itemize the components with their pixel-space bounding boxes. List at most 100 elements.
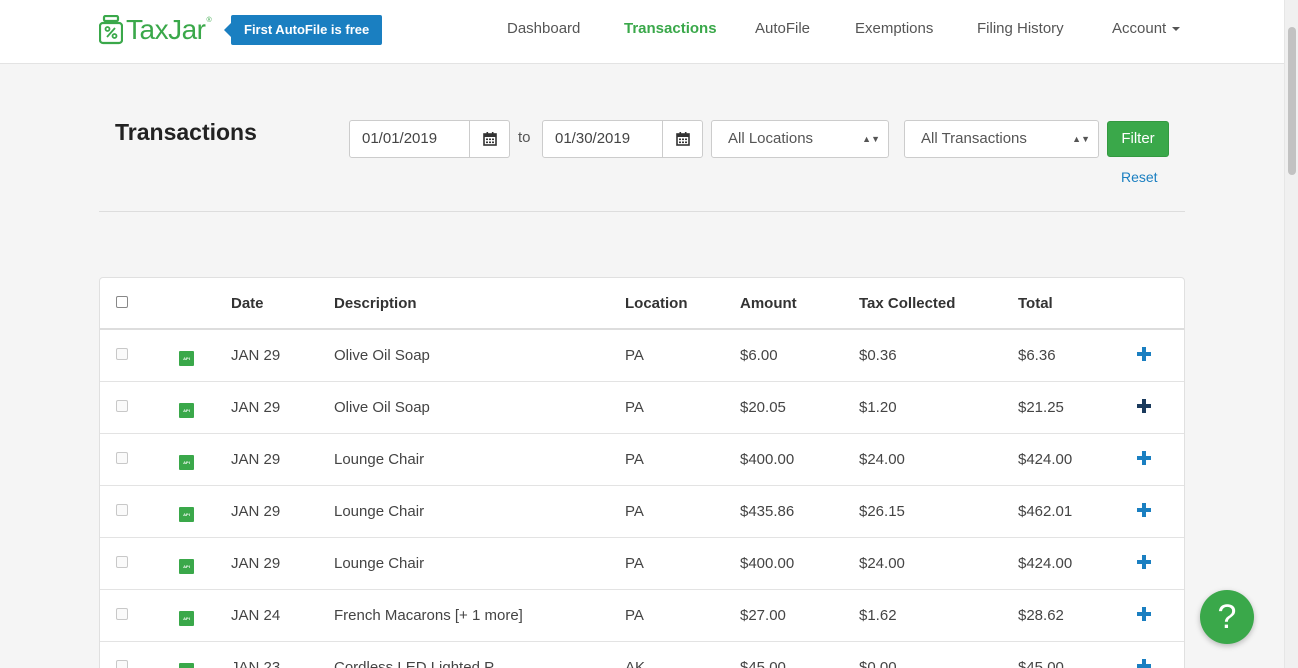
expand-plus-icon[interactable] bbox=[1137, 607, 1151, 621]
cell-date: JAN 29 bbox=[231, 347, 281, 364]
cell-amount: $435.86 bbox=[740, 503, 795, 520]
cell-total: $424.00 bbox=[1018, 555, 1073, 572]
filter-button[interactable]: Filter bbox=[1107, 121, 1169, 157]
locations-select-value: All Locations bbox=[728, 130, 814, 147]
taxjar-jar-icon bbox=[99, 15, 123, 45]
table-row[interactable]: API JAN 23 Cordless LED Lighted P AK $45.00 $… bbox=[100, 642, 1184, 668]
cell-location: PA bbox=[625, 607, 644, 624]
cell-description: French Macarons [+ 1 more] bbox=[334, 607, 523, 624]
cell-tax-collected: $0.00 bbox=[859, 659, 897, 668]
expand-plus-icon[interactable] bbox=[1137, 503, 1151, 517]
scrollbar-thumb[interactable] bbox=[1288, 27, 1296, 175]
logo-wordmark: TaxJar bbox=[126, 14, 206, 45]
first-autofile-promo-badge[interactable]: First AutoFile is free bbox=[223, 15, 383, 45]
cell-date: JAN 29 bbox=[231, 555, 281, 572]
nav-dashboard[interactable]: Dashboard bbox=[507, 20, 580, 37]
cell-date: JAN 29 bbox=[231, 399, 281, 416]
column-header-tax-collected[interactable]: Tax Collected bbox=[859, 295, 955, 312]
table-row[interactable]: API JAN 29 Lounge Chair PA $435.86 $26.15 $462… bbox=[100, 486, 1184, 538]
transactions-type-select[interactable]: All Transactions ▲▼ bbox=[904, 120, 1099, 158]
cell-total: $424.00 bbox=[1018, 451, 1073, 468]
cell-tax-collected: $26.15 bbox=[859, 503, 905, 520]
cell-location: AK bbox=[625, 659, 646, 668]
select-all-checkbox[interactable] bbox=[116, 296, 128, 308]
column-header-amount[interactable]: Amount bbox=[740, 295, 797, 312]
top-navbar: TaxJar ® First AutoFile is free Dashboar… bbox=[0, 0, 1284, 64]
table-row[interactable]: API JAN 29 Lounge Chair PA $400.00 $24.00 $424… bbox=[100, 538, 1184, 590]
select-arrows-icon: ▲▼ bbox=[862, 134, 880, 144]
cell-amount: $400.00 bbox=[740, 451, 795, 468]
reset-link[interactable]: Reset bbox=[1121, 169, 1158, 185]
row-checkbox[interactable] bbox=[116, 556, 128, 568]
column-header-total[interactable]: Total bbox=[1018, 295, 1053, 312]
taxjar-logo[interactable]: TaxJar ® bbox=[99, 14, 212, 46]
nav-exemptions[interactable]: Exemptions bbox=[855, 20, 933, 37]
cell-date: JAN 24 bbox=[231, 607, 281, 624]
cell-location: PA bbox=[625, 399, 644, 416]
api-source-icon: API bbox=[179, 455, 194, 470]
expand-plus-icon[interactable] bbox=[1137, 659, 1151, 668]
row-checkbox[interactable] bbox=[116, 400, 128, 412]
nav-autofile[interactable]: AutoFile bbox=[755, 20, 810, 37]
cell-description: Lounge Chair bbox=[334, 503, 425, 520]
cell-tax-collected: $24.00 bbox=[859, 555, 905, 572]
cell-amount: $27.00 bbox=[740, 607, 786, 624]
row-checkbox[interactable] bbox=[116, 348, 128, 360]
cell-tax-collected: $1.62 bbox=[859, 607, 897, 624]
cell-total: $462.01 bbox=[1018, 503, 1073, 520]
start-date-calendar-button[interactable] bbox=[469, 120, 510, 158]
table-row[interactable]: API JAN 24 French Macarons [+ 1 more] PA $27… bbox=[100, 590, 1184, 642]
column-header-location[interactable]: Location bbox=[625, 295, 688, 312]
cell-description: Lounge Chair bbox=[334, 555, 425, 572]
cell-tax-collected: $24.00 bbox=[859, 451, 905, 468]
end-date-calendar-button[interactable] bbox=[662, 120, 703, 158]
cell-location: PA bbox=[625, 347, 644, 364]
nav-filing-history[interactable]: Filing History bbox=[977, 20, 1064, 37]
expand-plus-icon[interactable] bbox=[1137, 555, 1151, 569]
cell-date: JAN 23 bbox=[231, 659, 281, 668]
cell-total: $21.25 bbox=[1018, 399, 1064, 416]
row-checkbox[interactable] bbox=[116, 660, 128, 668]
locations-select[interactable]: All Locations ▲▼ bbox=[711, 120, 889, 158]
cell-amount: $400.00 bbox=[740, 555, 795, 572]
cell-total: $28.62 bbox=[1018, 607, 1064, 624]
column-header-date[interactable]: Date bbox=[231, 295, 264, 312]
nav-account-label: Account bbox=[1112, 20, 1167, 37]
help-button[interactable]: ? bbox=[1200, 590, 1254, 644]
row-checkbox[interactable] bbox=[116, 504, 128, 516]
transactions-type-select-value: All Transactions bbox=[921, 130, 1027, 147]
cell-location: PA bbox=[625, 451, 644, 468]
row-checkbox[interactable] bbox=[116, 452, 128, 464]
table-row[interactable]: API JAN 29 Lounge Chair PA $400.00 $24.00 $424… bbox=[100, 434, 1184, 486]
column-header-description[interactable]: Description bbox=[334, 295, 417, 312]
date-range-to-label: to bbox=[518, 129, 531, 146]
calendar-icon bbox=[675, 132, 690, 146]
expand-plus-icon[interactable] bbox=[1137, 399, 1151, 413]
table-row[interactable]: API JAN 29 Olive Oil Soap PA $20.05 $1.20 $21.… bbox=[100, 382, 1184, 434]
cell-date: JAN 29 bbox=[231, 503, 281, 520]
expand-plus-icon[interactable] bbox=[1137, 451, 1151, 465]
api-source-icon: API bbox=[179, 663, 194, 668]
calendar-icon bbox=[482, 132, 497, 146]
table-row[interactable]: API JAN 29 Olive Oil Soap PA $6.00 $0.36 $6.36 bbox=[100, 330, 1184, 382]
cell-tax-collected: $0.36 bbox=[859, 347, 897, 364]
select-arrows-icon: ▲▼ bbox=[1072, 134, 1090, 144]
api-source-icon: API bbox=[179, 403, 194, 418]
api-source-icon: API bbox=[179, 351, 194, 366]
cell-description: Cordless LED Lighted P bbox=[334, 659, 495, 668]
start-date-input[interactable]: 01/01/2019 bbox=[349, 120, 471, 158]
api-source-icon: API bbox=[179, 559, 194, 574]
nav-account-dropdown[interactable]: Account bbox=[1112, 20, 1181, 37]
cell-total: $6.36 bbox=[1018, 347, 1056, 364]
cell-total: $45.00 bbox=[1018, 659, 1064, 668]
cell-tax-collected: $1.20 bbox=[859, 399, 897, 416]
cell-description: Olive Oil Soap bbox=[334, 399, 430, 416]
expand-plus-icon[interactable] bbox=[1137, 347, 1151, 361]
api-source-icon: API bbox=[179, 507, 194, 522]
cell-description: Lounge Chair bbox=[334, 451, 425, 468]
caret-down-icon bbox=[1172, 27, 1181, 32]
end-date-input[interactable]: 01/30/2019 bbox=[542, 120, 664, 158]
page-scrollbar[interactable] bbox=[1284, 0, 1298, 668]
row-checkbox[interactable] bbox=[116, 608, 128, 620]
nav-transactions[interactable]: Transactions bbox=[624, 20, 717, 37]
